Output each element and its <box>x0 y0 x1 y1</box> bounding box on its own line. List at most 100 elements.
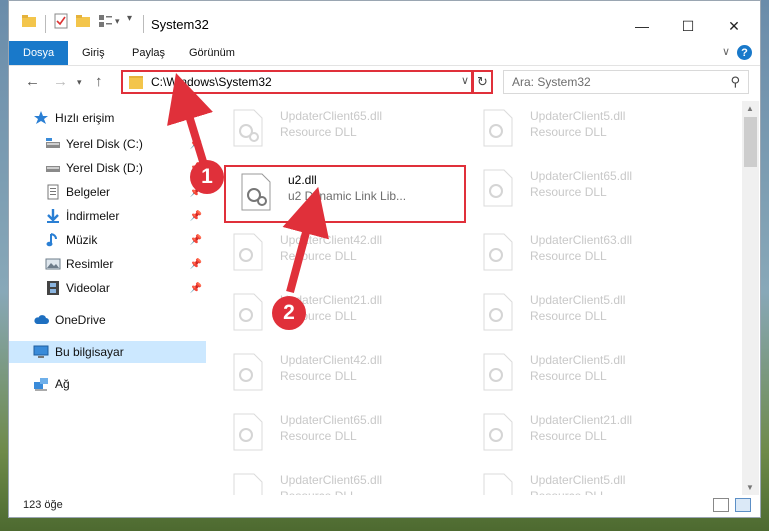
dll-file-icon <box>483 109 513 147</box>
chevron-down-icon[interactable]: ∨ <box>722 45 730 58</box>
file-type: Resource DLL <box>280 249 357 263</box>
file-type: Resource DLL <box>530 185 607 199</box>
forward-arrow-icon[interactable]: → <box>53 73 68 90</box>
sidebar-item-local-disk-c[interactable]: Yerel Disk (C:) 📌 <box>9 133 206 155</box>
file-name: UpdaterClient5.dll <box>530 353 626 367</box>
sidebar-item-onedrive[interactable]: OneDrive <box>9 309 206 331</box>
step-marker-2: 2 <box>272 296 306 330</box>
sidebar-item-label: Belgeler <box>66 185 111 199</box>
details-view-icon[interactable] <box>713 498 729 512</box>
up-arrow-icon[interactable]: ↑ <box>95 73 103 90</box>
chevron-down-icon[interactable]: ▾ <box>115 16 120 27</box>
status-bar: 123 öğe <box>9 495 760 517</box>
tab-file[interactable]: Dosya <box>9 41 69 65</box>
pin-icon[interactable]: 📌 <box>190 235 202 246</box>
file-name: UpdaterClient42.dll <box>280 233 383 247</box>
file-type: Resource DLL <box>530 249 607 263</box>
tab-view[interactable]: Görünüm <box>189 41 235 65</box>
sidebar-item-documents[interactable]: Belgeler 📌 <box>9 181 206 203</box>
file-name: UpdaterClient5.dll <box>530 473 626 487</box>
file-item[interactable]: UpdaterClient65.dll Resource DLL <box>232 105 462 157</box>
sidebar-item-label: Yerel Disk (C:) <box>66 137 143 151</box>
folder-icon <box>129 76 143 89</box>
dll-file-icon <box>483 233 513 271</box>
file-item[interactable]: UpdaterClient5.dll Resource DLL <box>482 289 712 341</box>
sidebar-item-label: Resimler <box>66 257 114 271</box>
file-item[interactable]: UpdaterClient42.dll Resource DLL <box>232 229 462 281</box>
address-path[interactable]: C:\Windows\System32 <box>151 75 272 89</box>
minimize-button[interactable]: — <box>619 11 665 41</box>
search-icon[interactable]: ⚲ <box>730 74 740 90</box>
folder-icon[interactable] <box>21 13 37 29</box>
help-icon[interactable]: ? <box>737 45 752 60</box>
file-type: Resource DLL <box>280 429 357 443</box>
chevron-down-icon[interactable]: ∨ <box>461 74 469 87</box>
title-bar: ▾ ▾ System32 — ☐ ✕ <box>9 1 760 41</box>
scroll-down-arrow-icon[interactable]: ▼ <box>746 483 754 492</box>
tab-share[interactable]: Paylaş <box>132 41 165 65</box>
dll-file-icon <box>483 169 513 207</box>
file-item[interactable]: UpdaterClient21.dll Resource DLL <box>232 289 462 341</box>
sidebar-item-music[interactable]: Müzik 📌 <box>9 229 206 251</box>
pin-icon[interactable]: 📌 <box>190 283 202 294</box>
pin-icon[interactable]: 📌 <box>190 259 202 270</box>
sidebar-item-pictures[interactable]: Resimler 📌 <box>9 253 206 275</box>
file-item[interactable]: UpdaterClient63.dll Resource DLL <box>482 229 712 281</box>
new-folder-icon[interactable] <box>75 13 91 29</box>
address-bar[interactable]: C:\Windows\System32 ∨ <box>121 70 473 94</box>
file-item[interactable]: UpdaterClient65.dll Resource DLL <box>232 409 462 461</box>
search-input[interactable]: Ara: System32 ⚲ <box>503 70 749 94</box>
file-item[interactable]: UpdaterClient65.dll Resource DLL <box>482 165 712 217</box>
refresh-icon[interactable]: ↻ <box>472 70 493 94</box>
pictures-icon <box>45 258 61 270</box>
sidebar-item-quick-access[interactable]: Hızlı erişim <box>9 107 206 129</box>
file-name: UpdaterClient42.dll <box>280 353 383 367</box>
file-item[interactable]: UpdaterClient5.dll Resource DLL <box>482 349 712 401</box>
sidebar-item-label: Bu bilgisayar <box>55 345 124 359</box>
scrollbar-thumb[interactable] <box>744 117 757 167</box>
view-options-icon[interactable] <box>97 13 113 29</box>
file-item[interactable]: UpdaterClient5.dll Resource DLL <box>482 105 712 157</box>
close-button[interactable]: ✕ <box>711 11 757 41</box>
sidebar-item-label: OneDrive <box>55 313 106 327</box>
file-type: Resource DLL <box>530 429 607 443</box>
film-strip-icon <box>47 281 59 295</box>
customize-toolbar-icon[interactable]: ▾ <box>127 13 132 24</box>
large-icons-view-icon[interactable] <box>735 498 751 512</box>
dll-file-icon <box>233 413 263 451</box>
drive-icon <box>46 138 60 148</box>
file-name: UpdaterClient63.dll <box>530 233 633 247</box>
scroll-up-arrow-icon[interactable]: ▲ <box>746 104 754 113</box>
recent-locations-chevron-icon[interactable]: ▾ <box>77 77 82 88</box>
computer-icon <box>33 345 49 358</box>
sidebar-item-videos[interactable]: Videolar 📌 <box>9 277 206 299</box>
dll-file-icon <box>483 413 513 451</box>
dll-file-icon <box>233 353 263 391</box>
file-item[interactable]: UpdaterClient21.dll Resource DLL <box>482 409 712 461</box>
dll-file-icon <box>233 233 263 271</box>
file-name: UpdaterClient65.dll <box>280 473 383 487</box>
search-placeholder: Ara: System32 <box>512 75 591 89</box>
sidebar-item-downloads[interactable]: İndirmeler 📌 <box>9 205 206 227</box>
explorer-window: ▾ ▾ System32 — ☐ ✕ Dosya Giriş Paylaş Gö… <box>8 0 761 518</box>
network-icon <box>34 378 48 391</box>
file-item[interactable]: UpdaterClient65.dll Resource DLL <box>232 469 462 495</box>
pin-icon[interactable]: 📌 <box>190 139 202 150</box>
file-item[interactable]: UpdaterClient5.dll Resource DLL <box>482 469 712 495</box>
sidebar-item-this-pc[interactable]: Bu bilgisayar <box>9 341 206 363</box>
tab-home[interactable]: Giriş <box>82 41 105 65</box>
sidebar-item-local-disk-d[interactable]: Yerel Disk (D:) 📌 <box>9 157 206 179</box>
properties-icon[interactable] <box>53 13 69 29</box>
pin-icon[interactable]: 📌 <box>190 211 202 222</box>
file-name: UpdaterClient65.dll <box>280 413 383 427</box>
cloud-icon <box>34 315 49 324</box>
quick-access-toolbar <box>21 13 37 29</box>
sidebar-item-network[interactable]: Ağ <box>9 373 206 395</box>
file-item[interactable]: UpdaterClient42.dll Resource DLL <box>232 349 462 401</box>
navigation-bar: ← → ▾ ↑ C:\Windows\System32 ∨ ↻ Ara: Sys… <box>9 65 760 99</box>
maximize-button[interactable]: ☐ <box>665 11 711 41</box>
vertical-scrollbar[interactable]: ▲ ▼ <box>742 101 759 495</box>
ribbon-tabs: Dosya Giriş Paylaş Görünüm ∨ ? <box>9 41 760 66</box>
back-arrow-icon[interactable]: ← <box>25 73 40 90</box>
star-icon <box>34 111 48 124</box>
